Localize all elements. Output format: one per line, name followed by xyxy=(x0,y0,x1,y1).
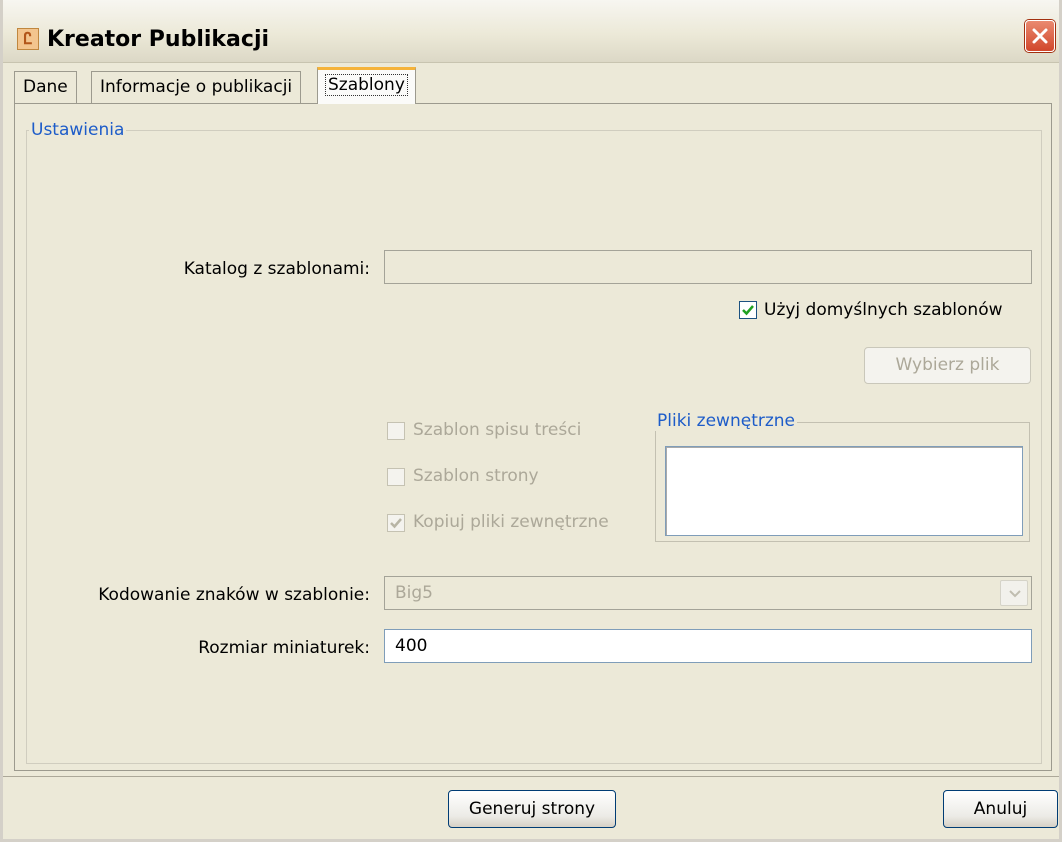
encoding-select[interactable]: Big5 xyxy=(384,576,1032,610)
checkmark-icon xyxy=(742,305,754,316)
close-button[interactable] xyxy=(1025,20,1055,52)
toc-template-checkbox[interactable] xyxy=(387,422,405,440)
tab-label: Dane xyxy=(23,77,68,97)
copy-external-checkbox[interactable] xyxy=(387,514,405,532)
window-title: Kreator Publikacji xyxy=(47,27,270,52)
external-files-list[interactable] xyxy=(665,446,1023,536)
encoding-label: Kodowanie znaków w szablonie: xyxy=(98,585,370,605)
chevron-down-icon xyxy=(1009,590,1021,598)
encoding-value: Big5 xyxy=(395,583,433,603)
title-bar[interactable]: Ꮭ Kreator Publikacji xyxy=(3,0,1059,63)
toc-template-label: Szablon spisu treści xyxy=(413,420,582,440)
tab-panel-szablony: Ustawienia Katalog z szablonami: Użyj do… xyxy=(14,103,1052,771)
tab-label: Szablony xyxy=(325,74,408,96)
checkmark-icon xyxy=(390,518,402,529)
generate-pages-button[interactable]: Generuj strony xyxy=(448,790,616,828)
tab-informacje[interactable]: Informacje o publikacji xyxy=(91,71,302,103)
footer-separator xyxy=(3,776,1059,777)
app-icon: Ꮭ xyxy=(17,28,39,50)
thumb-size-input[interactable]: 400 xyxy=(384,629,1032,663)
encoding-dropdown-button[interactable] xyxy=(1000,580,1028,606)
use-default-templates-checkbox[interactable] xyxy=(739,301,757,319)
dialog-window: Ꮭ Kreator Publikacji Dane Informacje o p… xyxy=(0,0,1062,842)
template-dir-field[interactable] xyxy=(384,250,1032,284)
copy-external-label: Kopiuj pliki zewnętrzne xyxy=(413,512,609,532)
settings-group-title: Ustawienia xyxy=(29,120,127,140)
cancel-button[interactable]: Anuluj xyxy=(943,790,1058,828)
choose-file-button[interactable]: Wybierz plik xyxy=(864,347,1031,384)
thumb-size-label: Rozmiar miniaturek: xyxy=(198,638,370,658)
page-template-label: Szablon strony xyxy=(413,466,539,486)
tab-szablony[interactable]: Szablony xyxy=(317,67,416,104)
tab-label: Informacje o publikacji xyxy=(100,77,293,97)
thumb-size-value: 400 xyxy=(395,636,428,656)
use-default-templates-label: Użyj domyślnych szablonów xyxy=(764,300,1003,320)
page-template-checkbox[interactable] xyxy=(387,468,405,486)
tab-dane[interactable]: Dane xyxy=(14,71,77,103)
template-dir-label: Katalog z szablonami: xyxy=(183,259,370,279)
close-icon xyxy=(1032,28,1048,44)
external-files-title: Pliki zewnętrzne xyxy=(655,411,798,431)
